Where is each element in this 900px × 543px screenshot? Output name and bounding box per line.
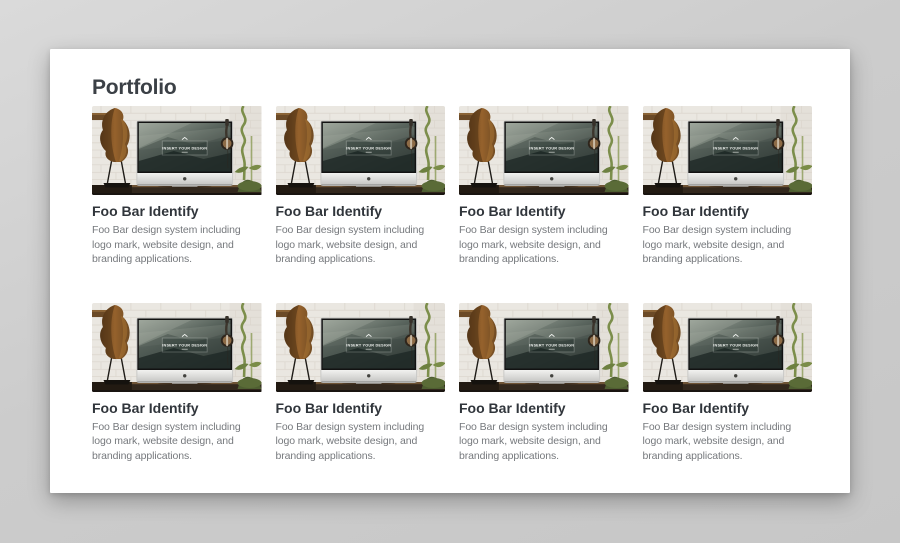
portfolio-item: INSERT YOUR DESIGN — [459, 106, 629, 267]
portfolio-thumbnail[interactable]: INSERT YOUR DESIGN — [276, 106, 446, 195]
apple-logo-icon — [183, 374, 186, 377]
portfolio-item: INSERT YOUR DESIGN — [459, 303, 629, 464]
portfolio-thumbnail[interactable]: INSERT YOUR DESIGN — [643, 303, 813, 392]
imac-computer: INSERT YOUR DESIGN — [503, 317, 600, 384]
imac-computer: INSERT YOUR DESIGN — [136, 317, 233, 384]
portfolio-item-title: Foo Bar Identify — [643, 203, 813, 220]
imac-desk-mockup-image: INSERT YOUR DESIGN — [276, 303, 446, 392]
portfolio-item-title: Foo Bar Identify — [276, 203, 446, 220]
portfolio-item-description: Foo Bar design system including logo mar… — [92, 223, 262, 267]
portfolio-thumbnail[interactable]: INSERT YOUR DESIGN — [92, 303, 262, 392]
portfolio-item-title: Foo Bar Identify — [92, 203, 262, 220]
portfolio-item: INSERT YOUR DESIGN — [276, 106, 446, 267]
imac-desk-mockup-image: INSERT YOUR DESIGN — [643, 106, 813, 195]
apple-logo-icon — [367, 374, 370, 377]
portfolio-item-description: Foo Bar design system including logo mar… — [643, 223, 813, 267]
portfolio-item: INSERT YOUR DESIGN — [92, 303, 262, 464]
page-title: Portfolio — [92, 75, 812, 101]
imac-computer: INSERT YOUR DESIGN — [687, 121, 784, 188]
portfolio-thumbnail[interactable]: INSERT YOUR DESIGN — [459, 303, 629, 392]
portfolio-item-description: Foo Bar design system including logo mar… — [459, 223, 629, 267]
portfolio-item: INSERT YOUR DESIGN — [643, 303, 813, 464]
screen-placeholder-text: INSERT YOUR DESIGN — [529, 343, 574, 347]
apple-logo-icon — [550, 374, 553, 377]
screen-placeholder-text: INSERT YOUR DESIGN — [162, 147, 207, 151]
imac-desk-mockup-image: INSERT YOUR DESIGN — [643, 303, 813, 392]
portfolio-thumbnail[interactable]: INSERT YOUR DESIGN — [459, 106, 629, 195]
portfolio-item-description: Foo Bar design system including logo mar… — [459, 420, 629, 464]
portfolio-item-title: Foo Bar Identify — [643, 400, 813, 417]
imac-desk-mockup-image: INSERT YOUR DESIGN — [92, 303, 262, 392]
imac-computer: INSERT YOUR DESIGN — [136, 121, 233, 188]
portfolio-thumbnail[interactable]: INSERT YOUR DESIGN — [92, 106, 262, 195]
portfolio-thumbnail[interactable]: INSERT YOUR DESIGN — [276, 303, 446, 392]
desktop-background: Portfolio — [0, 49, 900, 493]
screen-placeholder-text: INSERT YOUR DESIGN — [529, 147, 574, 151]
apple-logo-icon — [734, 177, 737, 180]
portfolio-item-title: Foo Bar Identify — [459, 203, 629, 220]
portfolio-item-description: Foo Bar design system including logo mar… — [276, 223, 446, 267]
imac-desk-mockup-image: INSERT YOUR DESIGN — [459, 303, 629, 392]
imac-computer: INSERT YOUR DESIGN — [687, 317, 784, 384]
screen-placeholder-text: INSERT YOUR DESIGN — [162, 343, 207, 347]
portfolio-item-title: Foo Bar Identify — [276, 400, 446, 417]
screen-placeholder-text: INSERT YOUR DESIGN — [346, 343, 391, 347]
imac-computer: INSERT YOUR DESIGN — [320, 121, 417, 188]
portfolio-item-description: Foo Bar design system including logo mar… — [276, 420, 446, 464]
imac-desk-mockup-image: INSERT YOUR DESIGN — [459, 106, 629, 195]
screen-placeholder-text: INSERT YOUR DESIGN — [713, 343, 758, 347]
apple-logo-icon — [550, 177, 553, 180]
apple-logo-icon — [734, 374, 737, 377]
portfolio-thumbnail[interactable]: INSERT YOUR DESIGN — [643, 106, 813, 195]
portfolio-item: INSERT YOUR DESIGN — [276, 303, 446, 464]
imac-desk-mockup-image: INSERT YOUR DESIGN — [276, 106, 446, 195]
portfolio-item-description: Foo Bar design system including logo mar… — [643, 420, 813, 464]
portfolio-card: Portfolio — [50, 49, 850, 493]
imac-computer: INSERT YOUR DESIGN — [503, 121, 600, 188]
portfolio-item: INSERT YOUR DESIGN — [92, 106, 262, 267]
imac-desk-mockup-image: INSERT YOUR DESIGN — [92, 106, 262, 195]
screen-placeholder-text: INSERT YOUR DESIGN — [346, 147, 391, 151]
portfolio-item: INSERT YOUR DESIGN — [643, 106, 813, 267]
imac-computer: INSERT YOUR DESIGN — [320, 317, 417, 384]
portfolio-item-title: Foo Bar Identify — [459, 400, 629, 417]
portfolio-item-title: Foo Bar Identify — [92, 400, 262, 417]
portfolio-grid: INSERT YOUR DESIGN — [92, 106, 812, 463]
apple-logo-icon — [183, 177, 186, 180]
screen-placeholder-text: INSERT YOUR DESIGN — [713, 147, 758, 151]
apple-logo-icon — [367, 177, 370, 180]
portfolio-item-description: Foo Bar design system including logo mar… — [92, 420, 262, 464]
